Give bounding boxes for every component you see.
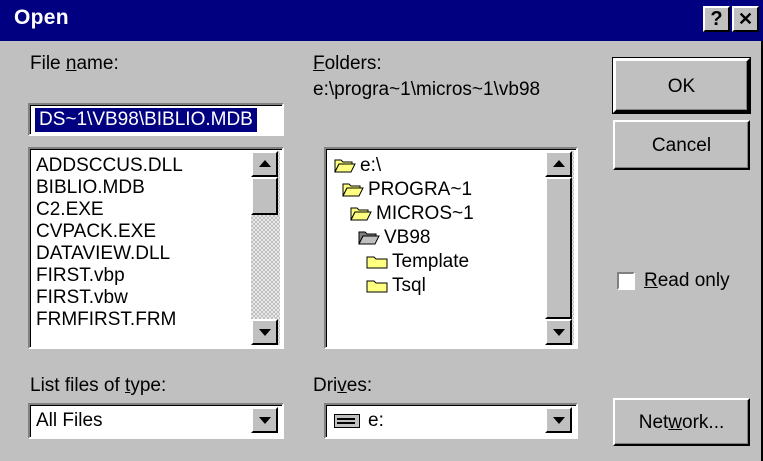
closed-folder-icon <box>366 280 388 293</box>
current-folder-path: e:\progra~1\micros~1\vb98 <box>313 79 541 100</box>
arrow-up-icon <box>553 160 565 167</box>
drives-select[interactable]: e: <box>324 403 578 439</box>
scroll-up-button[interactable] <box>545 151 572 177</box>
list-item[interactable]: DATAVIEW.DLL <box>36 243 170 265</box>
arrow-up-icon <box>259 160 271 167</box>
dropdown-button[interactable] <box>545 407 572 433</box>
list-item[interactable]: FRMFIRST.FRM <box>36 309 176 331</box>
list-item[interactable]: C2.EXE <box>36 199 104 221</box>
arrow-down-icon <box>259 329 271 336</box>
close-button[interactable]: ✕ <box>732 6 759 32</box>
help-icon: ? <box>710 8 723 30</box>
file-type-label: List files of type: <box>30 375 167 396</box>
scroll-down-button[interactable] <box>251 319 278 345</box>
title-bar[interactable]: Open ? ✕ <box>0 0 763 41</box>
open-folder-icon <box>350 207 372 221</box>
list-item[interactable]: ADDSCCUS.DLL <box>36 155 183 177</box>
file-type-value: All Files <box>36 410 103 431</box>
open-dialog: Open ? ✕ File name: DS~1\VB98\BIBLIO.MDB… <box>0 0 763 461</box>
open-folder-icon <box>334 159 356 173</box>
file-type-select[interactable]: All Files <box>28 403 284 439</box>
drives-label: Drives: <box>313 375 373 396</box>
scroll-thumb[interactable] <box>251 177 278 215</box>
network-button[interactable]: Network... <box>613 398 750 446</box>
closed-folder-icon <box>366 256 388 269</box>
folder-list[interactable]: e:\ PROGRA~1 MICROS~1 VB98 Template Tsql <box>324 147 578 349</box>
folders-label: Folders: <box>313 53 382 74</box>
chevron-down-icon <box>259 417 271 424</box>
arrow-down-icon <box>553 329 565 336</box>
open-folder-icon <box>342 183 364 197</box>
close-icon: ✕ <box>737 9 754 29</box>
file-list[interactable]: ADDSCCUS.DLL BIBLIO.MDB C2.EXE CVPACK.EX… <box>28 147 284 349</box>
open-folder-selected-icon <box>358 231 380 245</box>
folder-list-scrollbar[interactable] <box>545 151 574 345</box>
chevron-down-icon <box>553 417 565 424</box>
file-list-scrollbar[interactable] <box>251 151 280 345</box>
drive-value: e: <box>368 410 384 431</box>
list-item[interactable]: CVPACK.EXE <box>36 221 156 243</box>
scroll-up-button[interactable] <box>251 151 278 177</box>
file-name-value: DS~1\VB98\BIBLIO.MDB <box>35 108 257 132</box>
list-item[interactable]: FIRST.vbp <box>36 265 125 287</box>
file-name-label: File name: <box>30 53 119 74</box>
ok-button[interactable]: OK <box>612 57 751 114</box>
dropdown-button[interactable] <box>251 407 278 433</box>
file-name-input[interactable]: DS~1\VB98\BIBLIO.MDB <box>28 103 284 136</box>
scroll-down-button[interactable] <box>545 319 572 345</box>
scroll-thumb[interactable] <box>545 177 572 319</box>
read-only-label[interactable]: Read only <box>644 270 730 292</box>
cancel-button[interactable]: Cancel <box>613 120 750 170</box>
list-item[interactable]: FIRST.vbw <box>36 287 128 309</box>
dialog-title: Open <box>14 6 69 29</box>
list-item[interactable]: BIBLIO.MDB <box>36 177 145 199</box>
drive-icon <box>334 414 360 428</box>
help-button[interactable]: ? <box>703 6 730 32</box>
read-only-checkbox[interactable] <box>617 272 635 290</box>
